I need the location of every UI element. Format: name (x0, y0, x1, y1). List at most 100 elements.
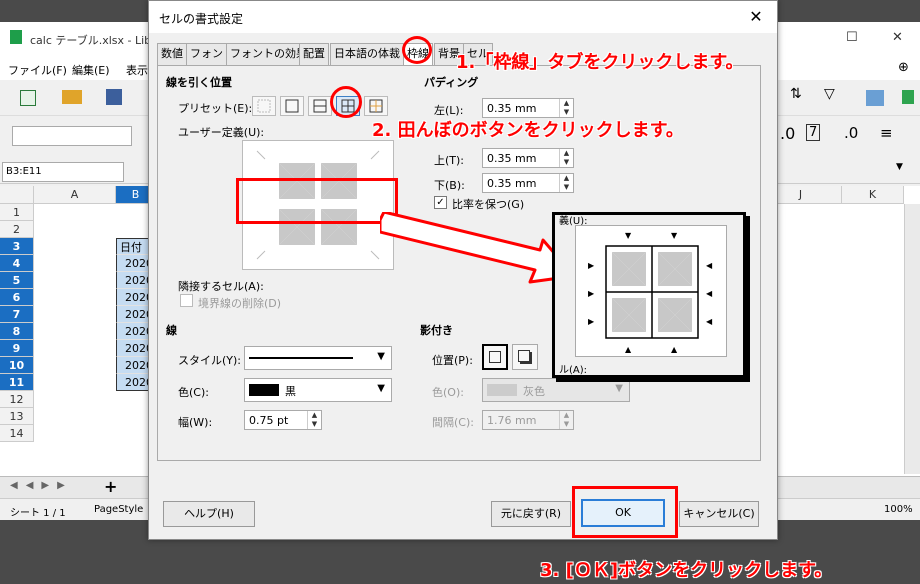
line-style-sample (249, 357, 353, 359)
help-button[interactable]: ヘルプ(H) (163, 501, 255, 527)
zoomed-border-grid: ▼ ▼ ▲ ▲ ▶ ▶ ▶ ◀ ◀ ◀ (588, 231, 713, 354)
shadow-distance-label: 間隔(C): (432, 416, 474, 429)
border-none-icon (257, 99, 271, 113)
number-format-icon[interactable]: 7 (806, 124, 821, 141)
cancel-button[interactable]: キャンセル(C) (679, 501, 759, 527)
name-box[interactable]: B3:E11 (2, 162, 124, 182)
row-header[interactable]: 9 (0, 340, 34, 357)
vertical-scrollbar[interactable] (904, 204, 920, 474)
row-header[interactable]: 4 (0, 255, 34, 272)
border-outer-icon (285, 99, 299, 113)
menu-edit[interactable]: 編集(E) (72, 62, 110, 78)
zoom-level[interactable]: 100% (884, 504, 913, 515)
line-width-label: 幅(W): (178, 416, 213, 429)
row-header[interactable]: 7 (0, 306, 34, 323)
decimal-icon[interactable]: .0 (780, 124, 795, 143)
save-icon[interactable] (106, 89, 122, 105)
shadow-color-dropdown[interactable]: 灰色 ▼ (482, 378, 630, 402)
tab-asian-typography[interactable]: 日本語の体裁 (330, 43, 404, 65)
row-header[interactable]: 8 (0, 323, 34, 340)
padding-bottom-label: 下(B): (434, 179, 465, 192)
row-header[interactable]: 13 (0, 408, 34, 425)
padding-bottom-spinner[interactable]: 0.35 mm ▲ ▼ (482, 173, 574, 193)
tab-numbers[interactable]: 数値 (157, 43, 187, 65)
reset-button[interactable]: 元に戻す(R) (491, 501, 571, 527)
line-style-dropdown[interactable]: ▼ (244, 346, 392, 370)
filter-icon[interactable]: ▽ (824, 86, 835, 102)
sort-icon[interactable]: ⇅ (790, 86, 802, 102)
row-header[interactable]: 3 (0, 238, 34, 255)
synchronize-checkbox[interactable]: ✓ (434, 196, 447, 209)
line-color-label: 色(C): (178, 386, 209, 399)
tab-alignment[interactable]: 配置 (299, 43, 329, 65)
shadow-color-label: 色(O): (432, 386, 464, 399)
new-spreadsheet-icon[interactable] (20, 90, 36, 106)
column-header-a[interactable]: A (34, 186, 116, 204)
padding-top-value: 0.35 mm (487, 152, 537, 165)
page-style: PageStyle (94, 504, 144, 515)
svg-text:◀: ◀ (706, 261, 713, 270)
remove-border-checkbox[interactable] (180, 294, 193, 307)
close-icon[interactable]: ✕ (745, 7, 767, 26)
user-defined-label: ユーザー定義(U): (178, 126, 265, 139)
svg-text:▶: ▶ (588, 317, 595, 326)
padding-bottom-value: 0.35 mm (487, 177, 537, 190)
maximize-icon[interactable]: ☐ (846, 30, 858, 45)
adjacent-cells-label: 隣接するセル(A): (178, 280, 264, 293)
line-style-label: スタイル(Y): (178, 354, 242, 367)
svg-text:▶: ▶ (588, 289, 595, 298)
annotation-step2: 2. 田んぼのボタンをクリックします。 (372, 120, 684, 141)
row-header[interactable]: 10 (0, 357, 34, 374)
svg-text:◀: ◀ (706, 317, 713, 326)
spin-arrows-icon[interactable]: ▲ ▼ (559, 174, 573, 192)
zoomed-border-preview: ▼ ▼ ▲ ▲ ▶ ▶ ▶ ◀ ◀ ◀ (575, 225, 727, 357)
line-color-dropdown[interactable]: 黒 ▼ (244, 378, 392, 402)
remove-border-label: 境界線の削除(D) (198, 297, 282, 310)
shadow-color-value: 灰色 (523, 385, 545, 398)
annotation-step3: 3. [ＯＫ]ボタンをクリックします。 (540, 560, 833, 581)
annotation-rect-preview (236, 178, 398, 224)
menu-view[interactable]: 表示 (126, 62, 148, 78)
row-header[interactable]: 1 (0, 204, 34, 221)
chart-icon[interactable] (902, 90, 914, 104)
row-header[interactable]: 2 (0, 221, 34, 238)
row-header[interactable]: 12 (0, 391, 34, 408)
open-folder-icon[interactable] (62, 90, 82, 104)
indent-icon[interactable]: ≡ (880, 124, 893, 142)
corner-header[interactable] (0, 186, 34, 204)
padding-top-spinner[interactable]: 0.35 mm ▲ ▼ (482, 148, 574, 168)
spin-arrows-icon[interactable]: ▲ ▼ (559, 411, 573, 429)
row-header[interactable]: 14 (0, 425, 34, 442)
shadow-none-button[interactable] (482, 344, 508, 370)
shadow-bottom-right-button[interactable] (512, 344, 538, 370)
spin-arrows-icon[interactable]: ▲ ▼ (559, 149, 573, 167)
preset-outer-button[interactable] (280, 96, 304, 116)
row-header[interactable]: 6 (0, 289, 34, 306)
row-header[interactable]: 5 (0, 272, 34, 289)
spin-arrows-icon[interactable]: ▲ ▼ (307, 411, 321, 429)
shadow-distance-spinner[interactable]: 1.76 mm ▲ ▼ (482, 410, 574, 430)
image-icon[interactable] (866, 90, 884, 106)
add-sheet-icon[interactable]: + (104, 477, 117, 496)
menu-file[interactable]: ファイル(F) (8, 62, 67, 78)
preset-outer-keep-inner-button[interactable] (364, 96, 388, 116)
sheet-nav-arrows-icon[interactable]: ◀◀▶▶ (10, 480, 73, 491)
svg-text:▶: ▶ (588, 261, 595, 270)
column-header-k[interactable]: K (842, 186, 904, 204)
preset-outer-horizontal-button[interactable] (308, 96, 332, 116)
synchronize-label: 比率を保つ(G) (452, 198, 525, 211)
globe-icon[interactable]: ⊕ (898, 60, 909, 75)
padding-left-spinner[interactable]: 0.35 mm ▲ ▼ (482, 98, 574, 118)
row-header[interactable]: 11 (0, 374, 34, 391)
preset-none-button[interactable] (252, 96, 276, 116)
spin-arrows-icon[interactable]: ▲ ▼ (559, 99, 573, 117)
border-outer-horizontal-icon (313, 99, 327, 113)
close-window-icon[interactable]: ✕ (892, 30, 903, 45)
preset-label: プリセット(E): (178, 102, 253, 115)
shadow-distance-value: 1.76 mm (487, 414, 537, 427)
font-name-box[interactable] (12, 126, 132, 146)
add-decimal-icon[interactable]: .0 (844, 124, 858, 142)
line-width-spinner[interactable]: 0.75 pt ▲ ▼ (244, 410, 322, 430)
zoomed-preview-callout: 義(U): ▼ ▼ ▲ ▲ ▶ ▶ ▶ ◀ ◀ ◀ ル(A): (552, 212, 746, 378)
expand-formula-icon[interactable]: ▼ (896, 162, 903, 172)
